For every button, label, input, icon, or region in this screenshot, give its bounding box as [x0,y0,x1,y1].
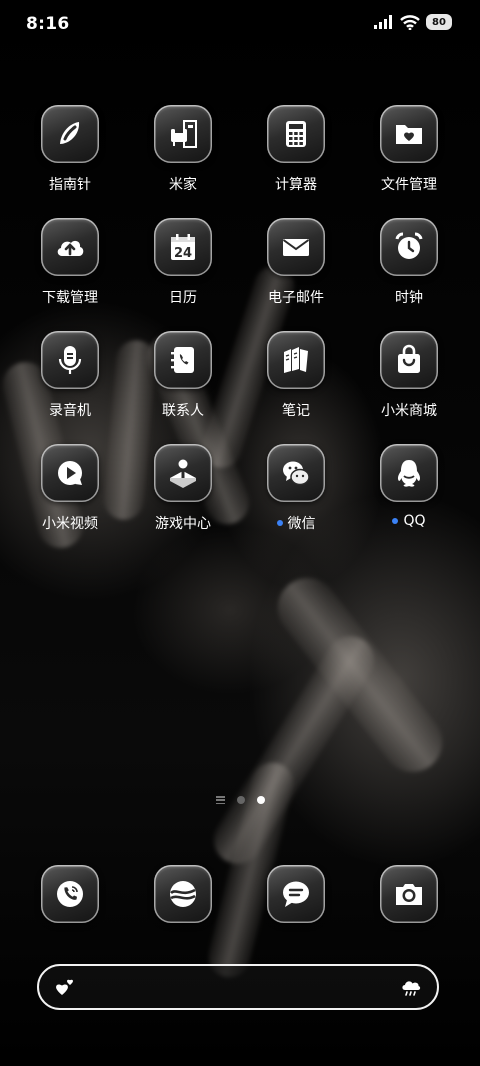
app-notes[interactable]: 笔记 [246,331,346,420]
app-recorder[interactable]: 录音机 [20,331,120,420]
search-bar[interactable] [37,964,439,1010]
page-indicator[interactable] [0,796,480,804]
cloud-upload-icon [41,218,99,276]
app-label: 笔记 [282,403,310,419]
app-label: 微信 [287,516,316,532]
app-email[interactable]: 电子邮件 [246,218,346,307]
qq-penguin-icon [380,444,438,502]
joystick-icon [154,444,212,502]
app-wechat[interactable]: 微信 [246,444,346,533]
messages-icon [267,865,325,923]
app-download-manager[interactable]: 下载管理 [20,218,120,307]
camera-icon [380,865,438,923]
app-game-center[interactable]: 游戏中心 [133,444,233,533]
app-label: QQ [403,513,426,529]
calendar-day: 24 [174,246,192,261]
signal-icon [374,15,392,29]
wifi-icon [400,14,420,30]
app-label: 米家 [169,177,197,193]
app-label: 下载管理 [42,290,98,306]
page-indicator-lines[interactable] [215,796,225,804]
status-bar: 8:16 80 [0,0,480,50]
calculator-icon [267,105,325,163]
weather-rain-icon[interactable] [399,975,423,999]
page-dot[interactable] [236,796,245,804]
app-compass[interactable]: 指南针 [20,105,120,194]
phone-icon [41,865,99,923]
wechat-icon [267,444,325,502]
app-mi-video[interactable]: 小米视频 [20,444,120,533]
app-mijia[interactable]: 米家 [133,105,233,194]
hearts-icon[interactable] [53,975,77,999]
status-icons: 80 [374,14,452,30]
shopping-bag-icon [380,331,438,389]
dock-phone[interactable] [20,865,120,923]
dock-browser[interactable] [133,865,233,923]
app-clock[interactable]: 时钟 [359,218,459,307]
app-label: 游戏中心 [155,516,211,532]
app-calculator[interactable]: 计算器 [246,105,346,194]
notification-dot [276,520,283,526]
calendar-icon: 24 [154,218,212,276]
app-label: 计算器 [275,177,317,193]
app-label: 录音机 [49,403,91,419]
alarm-clock-icon [380,218,438,276]
compass-icon [41,105,99,163]
app-label: 联系人 [162,403,204,419]
contacts-icon [154,331,212,389]
app-qq[interactable]: QQ [359,444,459,529]
app-label: 日历 [169,290,197,306]
page-dot-active[interactable] [256,796,265,804]
folder-heart-icon [380,105,438,163]
app-contacts[interactable]: 联系人 [133,331,233,420]
notification-dot [392,518,399,524]
app-label: 小米商城 [381,403,437,419]
status-time: 8:16 [26,14,70,34]
microphone-icon [41,331,99,389]
app-label: 时钟 [395,290,423,306]
mijia-icon [154,105,212,163]
app-label: 电子邮件 [268,290,324,306]
notes-icon [267,331,325,389]
app-mi-store[interactable]: 小米商城 [359,331,459,420]
browser-icon [154,865,212,923]
mail-icon [267,218,325,276]
dock-messages[interactable] [246,865,346,923]
app-calendar[interactable]: 24 日历 [133,218,233,307]
app-file-manager[interactable]: 文件管理 [359,105,459,194]
app-label: 小米视频 [42,516,98,532]
battery-icon: 80 [426,14,452,30]
app-label: 指南针 [49,177,91,193]
app-label: 文件管理 [381,177,437,193]
dock-camera[interactable] [359,865,459,923]
video-play-icon [41,444,99,502]
